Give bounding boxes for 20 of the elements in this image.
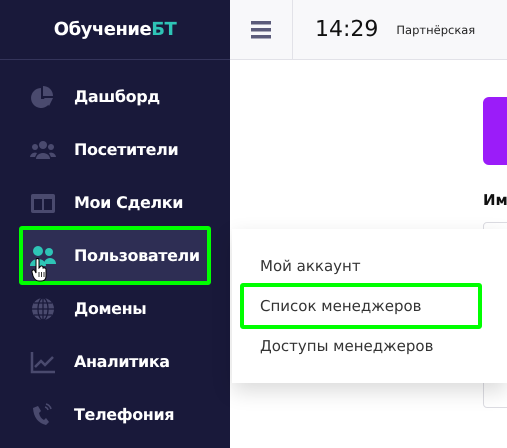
clock-time: 14:29 — [315, 17, 378, 42]
menu-icon[interactable] — [251, 20, 271, 38]
globe-icon — [30, 296, 56, 320]
line-chart-icon — [30, 350, 56, 374]
menu-item[interactable]: Доступы менеджеров — [244, 326, 480, 366]
header-title: Партнёрская — [396, 22, 476, 36]
promo-banner — [483, 97, 507, 165]
sidebar-item[interactable]: Домены — [22, 282, 208, 335]
sidebar-item[interactable]: Дашборд — [22, 70, 208, 123]
sidebar-item[interactable]: Пользователи — [19, 226, 211, 285]
field-label: Им — [483, 191, 507, 209]
hand-cursor-icon — [31, 258, 47, 282]
logo[interactable]: ОбучениеБТ — [54, 19, 176, 40]
sidebar-item[interactable]: Аналитика — [22, 335, 208, 388]
sidebar-item[interactable]: Мои Сделки — [22, 176, 208, 229]
menu-item[interactable]: Список менеджеров — [240, 283, 482, 329]
menu-item[interactable]: Мой аккаунт — [244, 246, 480, 286]
sidebar-item[interactable]: Телефония — [22, 388, 208, 441]
sidebar-item[interactable]: Посетители — [22, 123, 208, 176]
pie-chart-icon — [30, 84, 56, 108]
